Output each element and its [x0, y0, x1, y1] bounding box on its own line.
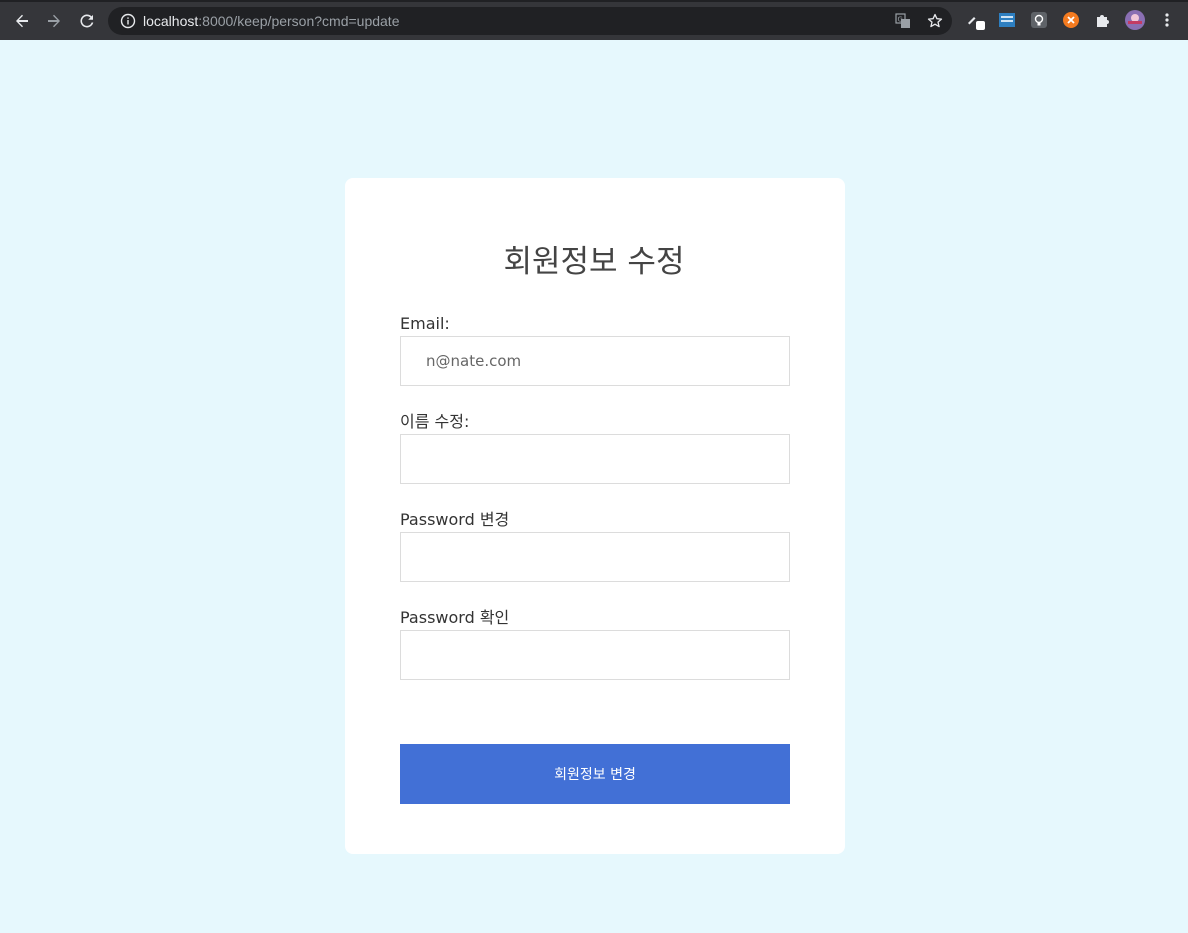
reload-icon — [80, 14, 94, 28]
back-button[interactable] — [9, 8, 35, 34]
back-icon — [16, 14, 28, 28]
password-field[interactable] — [400, 532, 790, 582]
url-text[interactable]: localhost:8000/keep/person?cmd=update — [143, 12, 399, 30]
password-label: Password 변경 — [400, 510, 510, 529]
reload-button[interactable] — [74, 8, 100, 34]
browser-toolbar: localhost:8000/keep/person?cmd=update G — [0, 0, 1188, 40]
name-label: 이름 수정: — [400, 412, 470, 431]
address-bar[interactable]: localhost:8000/keep/person?cmd=update G — [108, 7, 952, 35]
name-field[interactable] — [400, 434, 790, 484]
translate-icon[interactable]: G — [894, 12, 912, 30]
forward-button[interactable] — [41, 8, 67, 34]
info-icon[interactable] — [120, 13, 136, 29]
bulb-icon[interactable] — [1029, 10, 1049, 30]
kebab-menu-icon[interactable] — [1157, 10, 1177, 30]
puzzle-icon[interactable] — [1093, 10, 1113, 30]
pen-icon[interactable] — [965, 10, 985, 30]
star-icon[interactable] — [926, 12, 944, 30]
tab-strip-edge — [0, 0, 1188, 2]
forward-icon — [48, 14, 60, 28]
email-label: Email: — [400, 314, 450, 333]
url-host: localhost — [143, 13, 199, 29]
profile-avatar[interactable] — [1125, 10, 1145, 30]
svg-text:G: G — [898, 16, 903, 24]
password-confirm-field[interactable] — [400, 630, 790, 680]
password-confirm-label: Password 확인 — [400, 608, 510, 627]
page-title: 회원정보 수정 — [503, 244, 685, 280]
email-field[interactable] — [400, 336, 790, 386]
update-profile-button[interactable]: 회원정보 변경 — [400, 744, 790, 804]
orange-extension-icon[interactable] — [1061, 10, 1081, 30]
extension-icon[interactable] — [997, 10, 1017, 30]
url-path: :8000/keep/person?cmd=update — [198, 13, 400, 29]
